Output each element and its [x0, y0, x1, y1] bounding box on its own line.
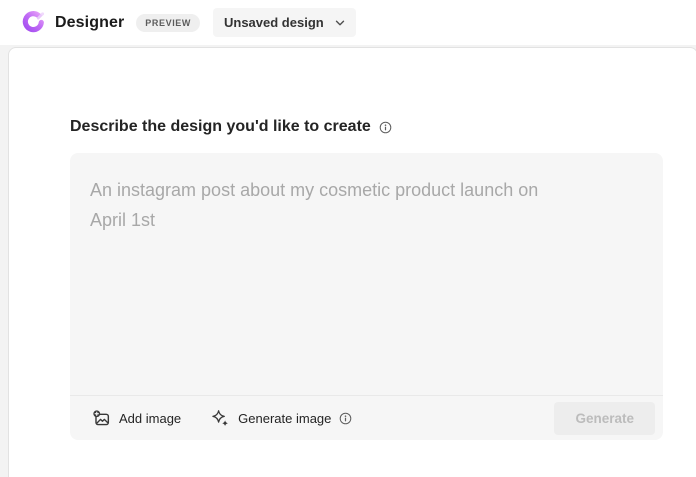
- generate-image-info-icon[interactable]: [339, 412, 352, 425]
- add-image-label: Add image: [119, 410, 182, 426]
- chevron-down-icon: [335, 20, 344, 25]
- main-card: Describe the design you'd like to create: [8, 47, 696, 477]
- app-title: Designer: [55, 13, 125, 31]
- prompt-toolbar: Add image Generate image Generate: [70, 395, 663, 440]
- design-name-label: Unsaved design: [224, 15, 324, 30]
- heading-info-icon[interactable]: [379, 121, 392, 134]
- top-bar: Designer PREVIEW Unsaved design: [0, 0, 696, 45]
- generate-button[interactable]: Generate: [554, 401, 655, 435]
- heading-row: Describe the design you'd like to create: [70, 118, 696, 136]
- page-title: Describe the design you'd like to create: [70, 118, 371, 135]
- sparkle-icon: [212, 409, 229, 426]
- preview-badge: PREVIEW: [136, 13, 200, 32]
- add-image-icon: [93, 409, 110, 425]
- design-name-menu[interactable]: Unsaved design: [213, 8, 356, 37]
- add-image-button[interactable]: Add image: [88, 403, 185, 434]
- generate-image-button[interactable]: Generate image: [207, 403, 356, 434]
- generate-image-label: Generate image: [238, 410, 332, 426]
- design-prompt-input[interactable]: [70, 153, 663, 395]
- prompt-box: Add image Generate image Generate: [70, 153, 663, 440]
- designer-logo-icon: [22, 10, 45, 32]
